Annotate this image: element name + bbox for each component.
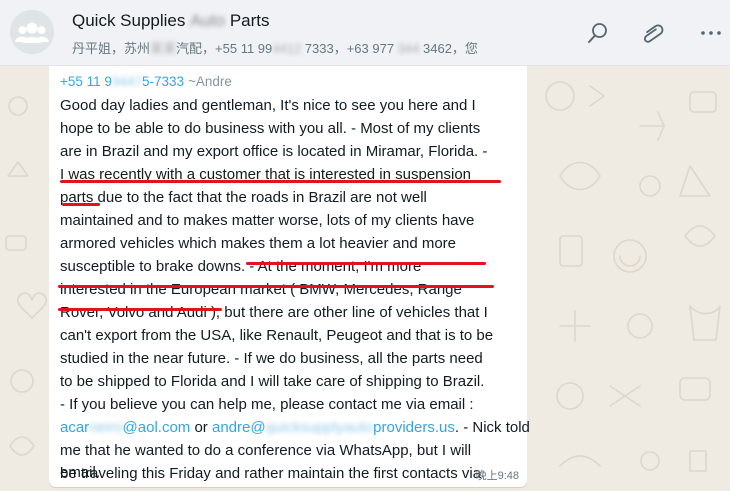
search-button[interactable] xyxy=(584,19,612,47)
email-separator: or xyxy=(190,419,212,436)
sender-phone-redacted: 9447 xyxy=(111,74,142,89)
annotation-underline xyxy=(62,203,100,206)
annotation-underline xyxy=(60,180,501,183)
sender-phone-suffix: 5-7333 xyxy=(141,74,185,89)
email-line-rest: . - Nick told xyxy=(454,419,530,436)
message-line: Good day ladies and gentleman, It's nice… xyxy=(60,97,476,114)
sender-phone-prefix: +55 11 9 xyxy=(60,74,112,89)
message-line: me that he wanted to do a conference via… xyxy=(60,442,472,459)
message-line: to be shipped to Florida and I will take… xyxy=(60,373,485,390)
participants-list[interactable]: 丹平姐，苏州某某汽配，+55 11 994412 7333，+63 977 34… xyxy=(72,38,532,57)
message-line: Rover, Volvo and Audi ), but there are o… xyxy=(60,304,488,321)
group-icon xyxy=(10,10,54,54)
email-1-suffix: @aol.com xyxy=(122,419,191,436)
message-sender[interactable]: +55 11 994475-7333 ~Andre xyxy=(60,74,232,89)
chat-title-redacted: Auto xyxy=(190,11,226,30)
participants-redacted: 4412 xyxy=(272,41,302,56)
sender-phone[interactable]: +55 11 994475-7333 xyxy=(60,74,184,89)
attach-button[interactable] xyxy=(638,19,666,47)
participants-text: 汽配，+55 11 99 xyxy=(176,41,273,56)
group-avatar[interactable] xyxy=(10,10,54,54)
email-1-redacted: neiro xyxy=(89,419,123,436)
message-line: interested in the European market ( BMW,… xyxy=(60,281,462,298)
email-2-prefix: andre@ xyxy=(211,419,266,436)
message-line: be traveling this Friday and rather main… xyxy=(60,465,482,482)
paperclip-icon xyxy=(643,24,664,43)
email-line: acarneiro@aol.com or andre@quicksupplyau… xyxy=(60,419,530,436)
email-2-suffix: providers.us xyxy=(373,419,455,436)
message-bubble[interactable]: +55 11 994475-7333 ~Andre Good day ladies… xyxy=(49,66,530,487)
message-line: are in Brazil and my export office is lo… xyxy=(60,143,488,160)
message-timestamp: 晚上9:48 xyxy=(475,470,519,482)
chat-title-prefix: Quick Supplies xyxy=(72,11,191,30)
annotation-underline xyxy=(58,285,494,288)
participants-text: 丹平姐，苏州 xyxy=(72,41,151,56)
more-options-button[interactable] xyxy=(697,19,725,47)
participants-text: 3462，您 xyxy=(419,41,478,56)
chat-title[interactable]: Quick Supplies Auto Parts xyxy=(72,11,270,31)
email-link-2[interactable]: andre@quicksupplyautoproviders.us xyxy=(212,419,455,436)
email-1-prefix: acar xyxy=(60,419,90,436)
ellipsis-icon xyxy=(701,31,721,35)
message-line: maintained and to makes matter worse, lo… xyxy=(60,212,475,229)
message-line: parts due to the fact that the roads in … xyxy=(60,189,427,206)
message-line: hope to be able to do business with you … xyxy=(60,120,481,137)
message-line: studied in the near future. - If we do b… xyxy=(60,350,483,367)
participants-redacted: 344 xyxy=(397,41,420,56)
chat-header: Quick Supplies Auto Parts 丹平姐，苏州某某汽配，+55… xyxy=(0,0,730,66)
sender-alias: ~Andre xyxy=(188,74,232,89)
message-line: email. xyxy=(60,464,101,481)
participants-text: 7333，+63 977 xyxy=(301,41,398,56)
annotation-underline xyxy=(246,262,486,265)
message-line: can't export from the USA, like Renault,… xyxy=(60,327,494,344)
annotation-underline xyxy=(58,308,222,311)
search-icon xyxy=(588,23,607,43)
email-2-redacted: quicksupplyauto xyxy=(265,419,374,436)
chat-title-suffix: Parts xyxy=(225,11,270,30)
message-line: susceptible to brake downs. - At the mom… xyxy=(60,258,422,275)
message-line: - If you believe you can help me, please… xyxy=(60,396,474,413)
message-line: armored vehicles which makes them a lot … xyxy=(60,235,457,252)
participants-redacted: 某某 xyxy=(150,41,177,56)
email-link-1[interactable]: acarneiro@aol.com xyxy=(60,419,190,436)
